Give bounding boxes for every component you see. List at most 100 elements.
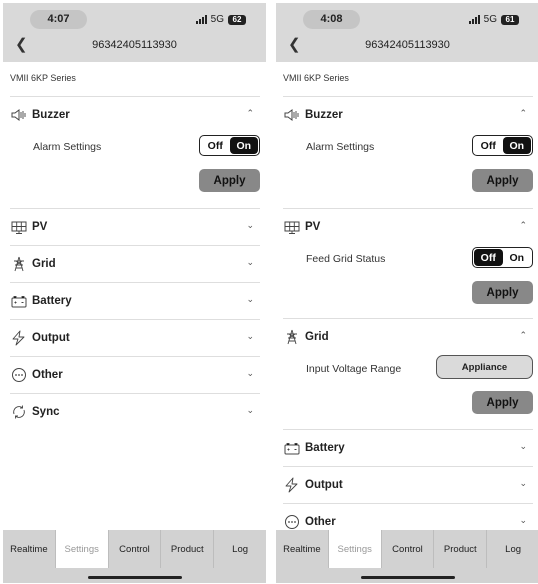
section-header-other[interactable]: Other ⌄	[10, 357, 260, 393]
section-title: Grid	[305, 331, 329, 343]
section-header-battery[interactable]: Battery ⌄	[283, 430, 533, 466]
signal-icon	[468, 15, 480, 24]
section-header-grid[interactable]: Grid ⌄	[10, 246, 260, 282]
tab-control[interactable]: Control	[109, 530, 162, 568]
chevron-up-icon[interactable]: ⌃	[519, 330, 527, 341]
chevron-down-icon[interactable]: ⌄	[519, 515, 527, 526]
chevron-down-icon[interactable]: ⌄	[519, 478, 527, 489]
home-indicator	[360, 576, 455, 579]
page-title: 96342405113930	[92, 39, 177, 51]
bottom-tab-bar: Realtime Settings Control Product Log	[3, 530, 266, 583]
phone-screen-left: 4:07 5G 62 ❮ 96342405113930 VMII 6KP Ser…	[3, 3, 266, 583]
status-time: 4:07	[30, 10, 87, 29]
speaker-icon	[284, 107, 300, 123]
battery-status-icon: 61	[501, 14, 519, 25]
section-other: Other ⌄	[283, 503, 533, 530]
alarm-toggle[interactable]: Off On	[199, 135, 260, 156]
input-voltage-range-select[interactable]: Appliance	[436, 355, 533, 379]
chevron-down-icon[interactable]: ⌄	[519, 441, 527, 452]
section-pv: PV ⌃ Feed Grid Status Off On Apply	[283, 208, 533, 318]
section-title: PV	[32, 221, 48, 233]
chevron-down-icon[interactable]: ⌄	[246, 368, 254, 379]
lightning-icon	[284, 477, 300, 493]
alarm-settings-label: Alarm Settings	[306, 141, 375, 153]
feed-grid-toggle[interactable]: Off On	[472, 247, 533, 268]
solar-panel-icon	[11, 219, 27, 235]
section-title: PV	[305, 221, 321, 233]
chevron-up-icon[interactable]: ⌃	[246, 108, 254, 119]
toggle-off-option[interactable]: Off	[201, 137, 230, 154]
page-title: 96342405113930	[365, 39, 450, 51]
section-title: Output	[305, 479, 343, 491]
tab-product[interactable]: Product	[434, 530, 488, 568]
section-output: Output ⌄	[283, 466, 533, 503]
section-title: Buzzer	[305, 109, 343, 121]
more-dots-icon	[284, 514, 300, 530]
section-header-buzzer[interactable]: Buzzer ⌃	[283, 97, 533, 133]
section-header-pv[interactable]: PV ⌃	[283, 209, 533, 245]
section-header-output[interactable]: Output ⌄	[10, 320, 260, 356]
apply-button[interactable]: Apply	[472, 391, 533, 414]
header: 4:07 5G 62 ❮ 96342405113930	[3, 3, 266, 62]
chevron-down-icon[interactable]: ⌄	[246, 294, 254, 305]
section-buzzer: Buzzer ⌃ Alarm Settings Off On Apply	[10, 96, 260, 207]
section-header-sync[interactable]: Sync ⌄	[10, 394, 260, 430]
sync-icon	[11, 404, 27, 420]
tab-log[interactable]: Log	[487, 530, 538, 568]
apply-button[interactable]: Apply	[472, 281, 533, 304]
section-buzzer: Buzzer ⌃ Alarm Settings Off On Apply	[283, 96, 533, 207]
section-title: Grid	[32, 258, 56, 270]
section-title: Output	[32, 332, 70, 344]
apply-button[interactable]: Apply	[199, 169, 260, 192]
lightning-icon	[11, 330, 27, 346]
chevron-down-icon[interactable]: ⌄	[246, 257, 254, 268]
status-icons: 5G 62	[195, 14, 246, 25]
more-dots-icon	[11, 367, 27, 383]
toggle-off-option[interactable]: Off	[474, 249, 503, 266]
section-title: Battery	[32, 295, 72, 307]
network-label: 5G	[483, 14, 497, 25]
speaker-icon	[11, 107, 27, 123]
tab-settings[interactable]: Settings	[328, 530, 382, 568]
toggle-on-option[interactable]: On	[229, 137, 258, 154]
section-header-grid[interactable]: Grid ⌃	[283, 319, 533, 355]
apply-button[interactable]: Apply	[472, 169, 533, 192]
chevron-down-icon[interactable]: ⌄	[246, 405, 254, 416]
header: 4:08 5G 61 ❮ 96342405113930	[276, 3, 538, 62]
section-grid: Grid ⌃ Input Voltage Range Appliance App…	[283, 318, 533, 429]
chevron-down-icon[interactable]: ⌄	[246, 220, 254, 231]
chevron-up-icon[interactable]: ⌃	[519, 220, 527, 231]
battery-icon	[284, 440, 300, 456]
section-header-output[interactable]: Output ⌄	[283, 467, 533, 503]
section-battery: Battery ⌄	[10, 282, 260, 319]
section-grid: Grid ⌄	[10, 245, 260, 282]
section-battery: Battery ⌄	[283, 429, 533, 466]
chevron-up-icon[interactable]: ⌃	[519, 108, 527, 119]
solar-panel-icon	[284, 219, 300, 235]
tab-realtime[interactable]: Realtime	[276, 530, 329, 568]
feed-grid-status-label: Feed Grid Status	[306, 253, 386, 265]
alarm-toggle[interactable]: Off On	[472, 135, 533, 156]
section-title: Battery	[305, 442, 345, 454]
section-pv: PV ⌄	[10, 208, 260, 245]
toggle-off-option[interactable]: Off	[474, 137, 503, 154]
toggle-on-option[interactable]: On	[503, 249, 532, 266]
toggle-on-option[interactable]: On	[502, 137, 531, 154]
section-header-buzzer[interactable]: Buzzer ⌃	[10, 97, 260, 133]
tab-log[interactable]: Log	[214, 530, 266, 568]
section-header-pv[interactable]: PV ⌄	[10, 209, 260, 245]
section-header-battery[interactable]: Battery ⌄	[10, 283, 260, 319]
section-title: Sync	[32, 406, 60, 418]
tab-realtime[interactable]: Realtime	[3, 530, 56, 568]
tab-settings[interactable]: Settings	[55, 530, 109, 568]
input-voltage-range-label: Input Voltage Range	[306, 363, 402, 375]
series-label: VMII 6KP Series	[283, 73, 349, 83]
network-label: 5G	[210, 14, 224, 25]
tab-control[interactable]: Control	[382, 530, 435, 568]
battery-status-icon: 62	[228, 14, 246, 25]
tab-product[interactable]: Product	[161, 530, 215, 568]
bottom-tab-bar: Realtime Settings Control Product Log	[276, 530, 538, 583]
section-title: Other	[32, 369, 63, 381]
home-indicator	[87, 576, 182, 579]
chevron-down-icon[interactable]: ⌄	[246, 331, 254, 342]
